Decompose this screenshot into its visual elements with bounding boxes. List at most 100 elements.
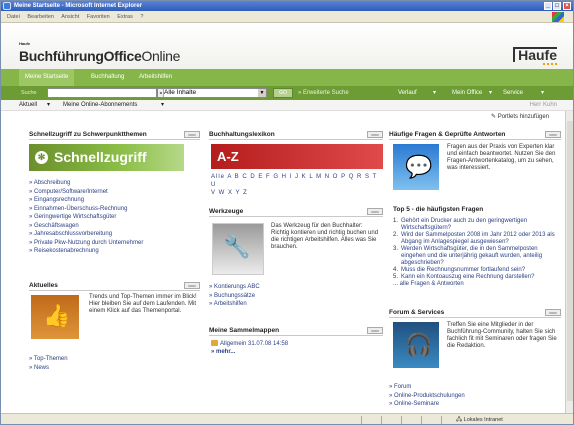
- menu-ansicht[interactable]: Ansicht: [61, 14, 79, 20]
- list-item[interactable]: 5. Kann ein Kontoauszug eine Rechnung dar…: [393, 274, 563, 281]
- verlauf-menu[interactable]: Verlauf: [398, 86, 417, 100]
- list-item[interactable]: Private Pkw-Nutzung durch Unternehmer: [29, 239, 201, 248]
- portlet-controls-icon[interactable]: ▭▭: [367, 208, 383, 215]
- werkzeuge-text: Das Werkzeug für den Buchhalter: Richtig…: [271, 223, 379, 250]
- logo-small: Haufe: [19, 41, 31, 46]
- more-link[interactable]: » mehr...: [211, 348, 288, 356]
- menu-datei[interactable]: Datei: [7, 14, 20, 20]
- vertical-scrollbar[interactable]: [565, 111, 573, 413]
- list-item[interactable]: Abschreibung: [29, 179, 201, 188]
- menu-bar: Datei Bearbeiten Ansicht Favoriten Extra…: [1, 11, 573, 23]
- menu-extras[interactable]: Extras: [117, 14, 133, 20]
- minimize-button[interactable]: _: [544, 2, 552, 10]
- tab-buchhaltung[interactable]: Buchhaltung: [85, 69, 130, 86]
- windows-logo-icon: [552, 12, 564, 22]
- aktuelles-title: Aktuelles ▭▭: [29, 281, 200, 291]
- list-item[interactable]: 4. Muss die Rechnungsnummer fortlaufend s…: [393, 267, 563, 274]
- extended-search-link[interactable]: » Erweiterte Suche: [298, 86, 349, 100]
- list-item[interactable]: 3. Werden Wirtschaftsgüter, die in den Sa…: [393, 246, 563, 267]
- menu-help[interactable]: ?: [140, 14, 143, 20]
- search-go-button[interactable]: GO: [273, 88, 293, 98]
- list-item[interactable]: Allgemein 31.07.08 14:58: [211, 340, 288, 348]
- wrench-icon: 🔧: [223, 234, 251, 259]
- list-item[interactable]: 1. Gehört ein Drucker auch zu den geringw…: [393, 218, 563, 232]
- list-item[interactable]: Arbeitshilfen: [209, 300, 359, 309]
- chevron-down-icon: ▼: [258, 89, 266, 97]
- thumbs-up-image: 👍: [31, 295, 79, 339]
- ie-icon: [3, 2, 11, 10]
- tab-arbeitshilfen[interactable]: Arbeitshilfen: [133, 69, 178, 86]
- search-input[interactable]: [47, 88, 157, 98]
- wrench-image: 🔧: [212, 223, 264, 275]
- zone-indicator: 🖧 Lokales Intranet: [456, 417, 503, 423]
- user-name[interactable]: Herr Kuhn: [530, 100, 557, 111]
- list-item[interactable]: Kontierungs ABC: [209, 283, 359, 292]
- aktuell-chevron-icon: ▾: [47, 102, 51, 108]
- list-item[interactable]: Einnahmen-Überschuss-Rechnung: [29, 205, 201, 214]
- schnellzugriff-icon: ✻: [35, 151, 48, 164]
- maximize-button[interactable]: □: [553, 2, 561, 10]
- list-item[interactable]: Geschäftswagen: [29, 222, 201, 231]
- portlet-controls-icon[interactable]: ▭▭: [184, 131, 200, 138]
- list-item[interactable]: Reisekostenabrechnung: [29, 247, 201, 256]
- thumbs-up-icon: 👍: [43, 303, 71, 328]
- haufe-logo[interactable]: Haufe: [513, 47, 557, 65]
- list-item[interactable]: Geringwertige Wirtschaftsgüter: [29, 213, 201, 222]
- sub-bar: Aktuell ▾ Meine Online-Abonnements ▾ Her…: [1, 100, 573, 111]
- list-item[interactable]: Top-Themen: [29, 355, 179, 364]
- abo-chevron-icon: ▾: [161, 102, 165, 108]
- list-item[interactable]: Online-Seminare: [389, 400, 539, 409]
- mein-office-menu[interactable]: Mein Office: [452, 86, 482, 100]
- status-divider: [441, 416, 442, 424]
- list-item[interactable]: Computer/Software/Internet: [29, 188, 201, 197]
- portlet-controls-icon[interactable]: ▭▭: [367, 327, 383, 334]
- menu-favoriten[interactable]: Favoriten: [87, 14, 110, 20]
- tab-meine-startseite[interactable]: Meine Startseite: [19, 69, 75, 86]
- search-scope-select[interactable]: ◂ Alle Inhalte ▼: [157, 88, 267, 98]
- forum-links: Forum Online-Produktschulungen Online-Se…: [389, 383, 539, 409]
- list-item[interactable]: Eingangsrechnung: [29, 196, 201, 205]
- alphabet-line[interactable]: V W X Y Z: [211, 189, 383, 197]
- a-z-banner[interactable]: A-Z: [211, 144, 383, 169]
- select-left-icon: ◂: [158, 89, 164, 97]
- schnellzugriff-links: Abschreibung Computer/Software/Internet …: [29, 179, 201, 256]
- schnellzugriff-title: Schnellzugriff zu Schwerpunktthemen ▭▭: [29, 130, 200, 140]
- list-item[interactable]: News: [29, 364, 179, 373]
- aktuell-menu[interactable]: Aktuell: [19, 100, 37, 111]
- list-item[interactable]: 2. Wird der Sammelposten 2008 im Jahr 201…: [393, 232, 563, 246]
- mein-office-chevron-icon: ▾: [489, 90, 493, 96]
- status-divider: [381, 416, 382, 424]
- forum-title: Forum & Services ▭▭: [389, 308, 561, 318]
- portlets-add-link[interactable]: ✎ Portlets hinzufügen: [491, 113, 549, 120]
- headset-icon: 🎧: [405, 332, 433, 357]
- speech-bubble-icon: 💬: [405, 154, 433, 179]
- service-menu[interactable]: Service: [503, 86, 523, 100]
- abonnements-menu[interactable]: Meine Online-Abonnements: [63, 100, 137, 111]
- alphabet-index[interactable]: Alle A B C D E F G H I J K L M N O P Q R…: [211, 173, 383, 197]
- portlet-controls-icon[interactable]: ▭▭: [184, 282, 200, 289]
- status-divider: [401, 416, 402, 424]
- portlet-controls-icon[interactable]: ▭▭: [545, 131, 561, 138]
- werkzeuge-links: Kontierungs ABC Buchungssätze Arbeitshil…: [209, 283, 359, 309]
- list-item[interactable]: Buchungssätze: [209, 292, 359, 301]
- list-item[interactable]: Forum: [389, 383, 539, 392]
- portlet-controls-icon[interactable]: ▭▭: [545, 309, 561, 316]
- scrollbar-thumb[interactable]: [567, 121, 573, 401]
- top5-list: 1. Gehört ein Drucker auch zu den geringw…: [393, 218, 563, 288]
- sammelmappen-list: Allgemein 31.07.08 14:58 » mehr...: [211, 340, 288, 356]
- headset-image: 🎧: [393, 322, 439, 368]
- menu-bearbeiten[interactable]: Bearbeiten: [27, 14, 54, 20]
- portlet-controls-icon[interactable]: ▭▭: [367, 131, 383, 138]
- service-chevron-icon: ▾: [541, 90, 545, 96]
- search-scope-value: Alle Inhalte: [164, 89, 197, 96]
- main-nav: Meine Startseite Buchhaltung Arbeitshilf…: [1, 69, 573, 86]
- list-item[interactable]: Jahresabschlussvorbereitung: [29, 230, 201, 239]
- alphabet-line[interactable]: Alle A B C D E F G H I J K L M N O P Q R…: [211, 173, 383, 189]
- verlauf-chevron-icon: ▾: [433, 90, 437, 96]
- all-faq-link[interactable]: ... alle Fragen & Antworten: [393, 281, 563, 288]
- list-item[interactable]: Online-Produktschulungen: [389, 392, 539, 401]
- status-divider: [361, 416, 362, 424]
- search-bar: Suche ◂ Alle Inhalte ▼ GO » Erweiterte S…: [1, 86, 573, 100]
- site-logo[interactable]: BuchführungOfficeOnline: [19, 48, 180, 64]
- close-button[interactable]: ×: [563, 2, 571, 10]
